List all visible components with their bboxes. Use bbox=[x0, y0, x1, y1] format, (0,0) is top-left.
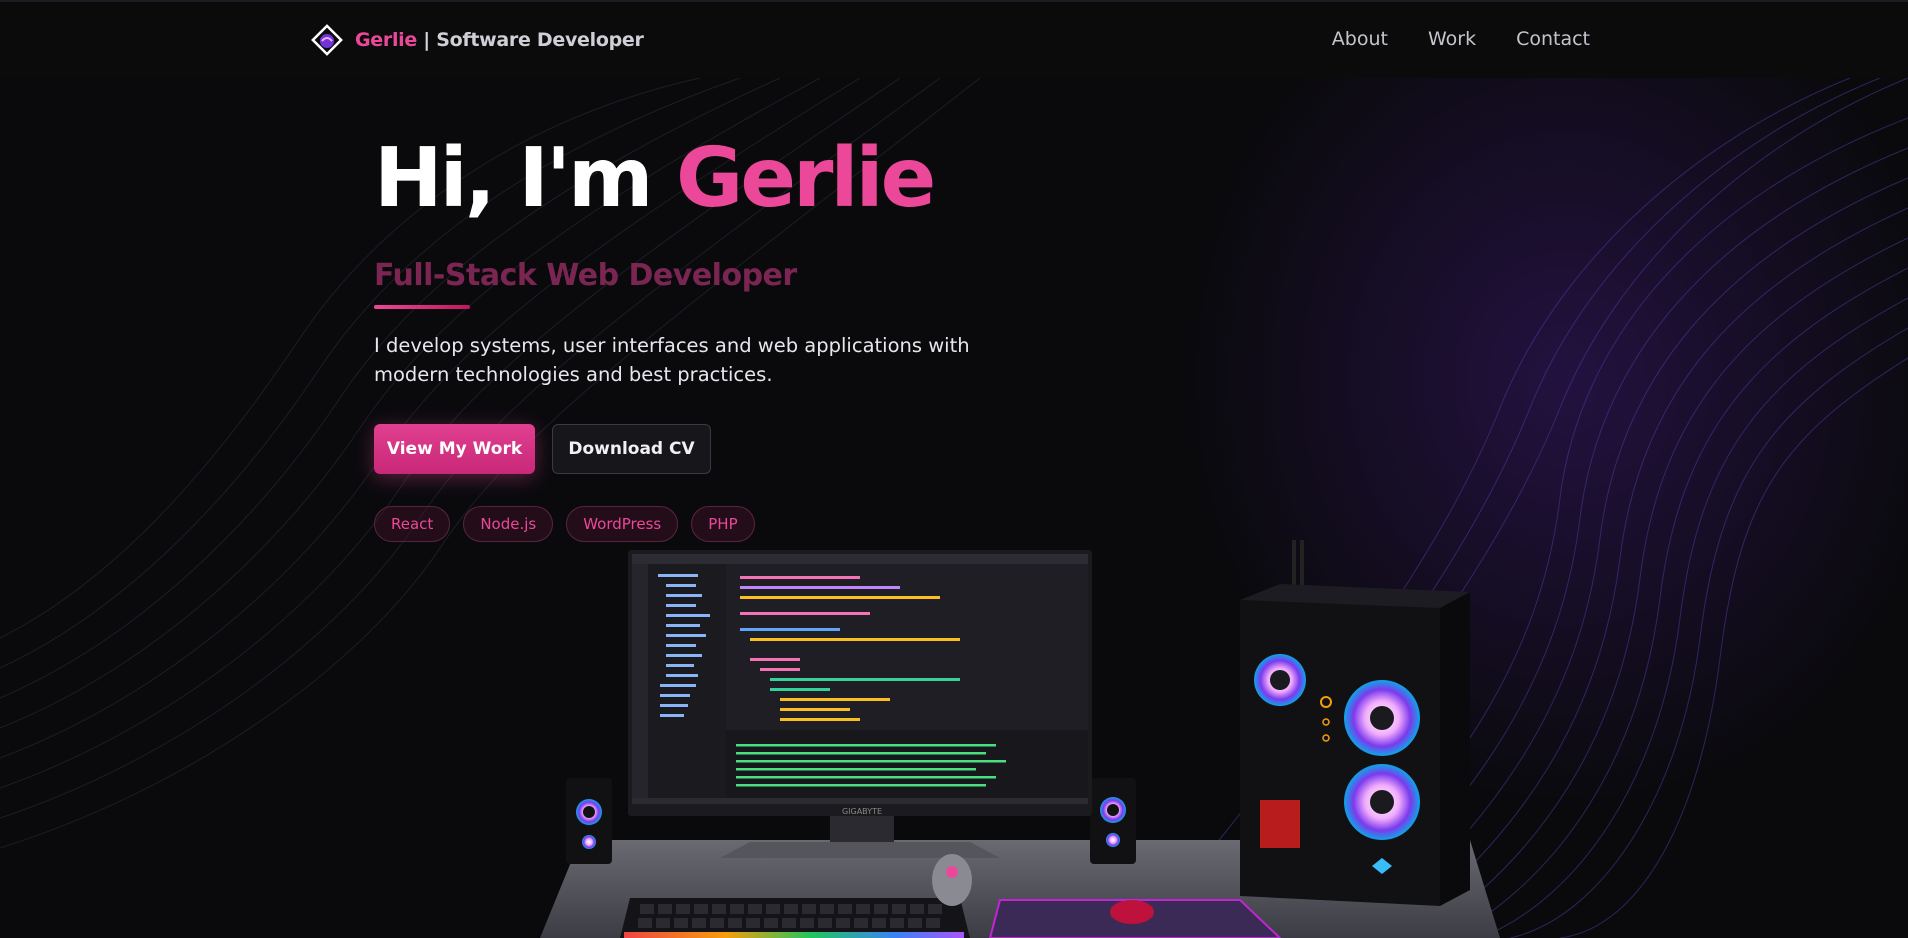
download-cv-button[interactable]: Download CV bbox=[552, 424, 711, 474]
tag-nodejs[interactable]: Node.js bbox=[463, 506, 554, 542]
hero-greeting: Hi, I'm bbox=[374, 131, 677, 226]
hero-title: Hi, I'm Gerlie bbox=[374, 138, 1074, 220]
mouse bbox=[1110, 900, 1154, 924]
cta-buttons: View My Work Download CV bbox=[374, 424, 1074, 474]
hero-description: I develop systems, user interfaces and w… bbox=[374, 334, 970, 386]
tag-wordpress[interactable]: WordPress bbox=[566, 506, 679, 542]
keyboard bbox=[620, 898, 970, 938]
left-speaker bbox=[566, 778, 612, 864]
mousepad bbox=[988, 899, 1282, 938]
tag-php[interactable]: PHP bbox=[691, 506, 755, 542]
brand-name: Gerlie bbox=[355, 29, 417, 51]
right-speaker bbox=[1090, 778, 1136, 864]
desk-3d-scene[interactable]: GIGABYTE bbox=[540, 540, 1500, 938]
view-my-work-button[interactable]: View My Work bbox=[374, 424, 535, 474]
brand-role: Software Developer bbox=[436, 29, 644, 51]
nav-links: About Work Contact bbox=[1332, 28, 1590, 50]
subtitle-underline bbox=[374, 305, 470, 309]
brand-separator: | bbox=[416, 29, 437, 51]
skill-tags: React Node.js WordPress PHP bbox=[374, 506, 1074, 542]
hero-name: Gerlie bbox=[676, 131, 936, 226]
headphone-stand bbox=[932, 854, 972, 906]
navbar: Gerlie | Software Developer About Work C… bbox=[0, 0, 1908, 78]
nav-link-about[interactable]: About bbox=[1332, 28, 1388, 50]
monitor-brand: GIGABYTE bbox=[842, 807, 882, 816]
nav-link-work[interactable]: Work bbox=[1428, 28, 1476, 50]
monitor: GIGABYTE bbox=[628, 550, 1092, 858]
tag-react[interactable]: React bbox=[374, 506, 451, 542]
nav-link-contact[interactable]: Contact bbox=[1516, 28, 1590, 50]
hero-subtitle: Full-Stack Web Developer bbox=[374, 258, 797, 293]
pc-tower bbox=[1240, 540, 1470, 906]
hero-section: Hi, I'm Gerlie Full-Stack Web Developer … bbox=[374, 138, 1074, 542]
brand[interactable]: Gerlie | Software Developer bbox=[311, 24, 644, 56]
logo-icon bbox=[311, 24, 343, 56]
